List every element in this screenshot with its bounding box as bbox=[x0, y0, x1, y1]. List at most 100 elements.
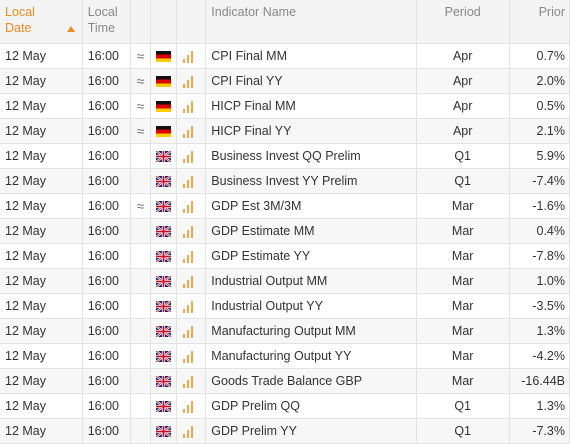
importance-bars-icon bbox=[182, 200, 193, 214]
cell-date: 12 May bbox=[0, 393, 83, 419]
approx-icon: ≈ bbox=[130, 193, 152, 219]
cell-time: 16:00 bbox=[82, 43, 131, 69]
cell-importance bbox=[176, 368, 207, 394]
importance-bars-icon bbox=[182, 350, 193, 364]
cell-time: 16:00 bbox=[82, 93, 131, 119]
cell-country bbox=[150, 418, 177, 444]
cell-time: 16:00 bbox=[82, 118, 131, 144]
approx-icon: ≈ bbox=[130, 118, 152, 144]
cell-prior: 1.0% bbox=[509, 268, 570, 294]
table-row[interactable]: 12 May 16:00 Manufacturing Output MM Mar 1.3… bbox=[0, 318, 570, 344]
cell-indicator-name[interactable]: GDP Estimate MM bbox=[205, 218, 417, 244]
col-importance bbox=[176, 0, 207, 44]
table-row[interactable]: 12 May 16:00 ≈ GDP Est 3M/3M Mar -1.6% bbox=[0, 193, 570, 219]
cell-indicator-name[interactable]: Manufacturing Output MM bbox=[205, 318, 417, 344]
cell-indicator-name[interactable]: GDP Est 3M/3M bbox=[205, 193, 417, 219]
cell-indicator-name[interactable]: HICP Final MM bbox=[205, 93, 417, 119]
approx-icon bbox=[130, 318, 152, 344]
cell-importance bbox=[176, 268, 207, 294]
approx-icon bbox=[130, 143, 152, 169]
cell-time: 16:00 bbox=[82, 318, 131, 344]
cell-country bbox=[150, 43, 177, 69]
germany-flag-icon bbox=[155, 51, 171, 63]
table-row[interactable]: 12 May 16:00 Industrial Output YY Mar -3.5% bbox=[0, 293, 570, 319]
cell-importance bbox=[176, 68, 207, 94]
table-row[interactable]: 12 May 16:00 Business Invest YY Prelim Q1 -7… bbox=[0, 168, 570, 194]
cell-prior: 2.0% bbox=[509, 68, 570, 94]
cell-time: 16:00 bbox=[82, 393, 131, 419]
cell-country bbox=[150, 168, 177, 194]
cell-date: 12 May bbox=[0, 293, 83, 319]
col-local-date[interactable]: Local Date bbox=[0, 0, 83, 44]
cell-indicator-name[interactable]: Business Invest YY Prelim bbox=[205, 168, 417, 194]
cell-indicator-name[interactable]: GDP Prelim YY bbox=[205, 418, 417, 444]
col-period-label: Period bbox=[444, 5, 481, 19]
cell-indicator-name[interactable]: Goods Trade Balance GBP bbox=[205, 368, 417, 394]
cell-country bbox=[150, 268, 177, 294]
cell-country bbox=[150, 393, 177, 419]
cell-prior: -7.8% bbox=[509, 243, 570, 269]
table-row[interactable]: 12 May 16:00 Goods Trade Balance GBP Mar -16… bbox=[0, 368, 570, 394]
cell-country bbox=[150, 68, 177, 94]
col-revised bbox=[130, 0, 152, 44]
cell-indicator-name[interactable]: HICP Final YY bbox=[205, 118, 417, 144]
cell-period: Mar bbox=[416, 193, 510, 219]
table-row[interactable]: 12 May 16:00 Industrial Output MM Mar 1.0% bbox=[0, 268, 570, 294]
col-local-time[interactable]: Local Time bbox=[82, 0, 131, 44]
cell-country bbox=[150, 218, 177, 244]
approx-icon bbox=[130, 243, 152, 269]
table-row[interactable]: 12 May 16:00 ≈ CPI Final MM Apr 0.7% bbox=[0, 43, 570, 69]
approx-icon: ≈ bbox=[130, 93, 152, 119]
table-row[interactable]: 12 May 16:00 ≈ CPI Final YY Apr 2.0% bbox=[0, 68, 570, 94]
approx-icon bbox=[130, 268, 152, 294]
table-row[interactable]: 12 May 16:00 Manufacturing Output YY Mar -4.… bbox=[0, 343, 570, 369]
cell-date: 12 May bbox=[0, 368, 83, 394]
cell-time: 16:00 bbox=[82, 193, 131, 219]
cell-period: Apr bbox=[416, 118, 510, 144]
cell-prior: 0.5% bbox=[509, 93, 570, 119]
cell-importance bbox=[176, 393, 207, 419]
cell-time: 16:00 bbox=[82, 143, 131, 169]
cell-prior: 2.1% bbox=[509, 118, 570, 144]
table-row[interactable]: 12 May 16:00 ≈ HICP Final MM Apr 0.5% bbox=[0, 93, 570, 119]
cell-country bbox=[150, 143, 177, 169]
col-indicator-name[interactable]: Indicator Name bbox=[205, 0, 417, 44]
cell-indicator-name[interactable]: CPI Final YY bbox=[205, 68, 417, 94]
col-prior[interactable]: Prior bbox=[509, 0, 570, 44]
importance-bars-icon bbox=[182, 325, 193, 339]
cell-country bbox=[150, 318, 177, 344]
cell-indicator-name[interactable]: Manufacturing Output YY bbox=[205, 343, 417, 369]
cell-importance bbox=[176, 243, 207, 269]
table-row[interactable]: 12 May 16:00 Business Invest QQ Prelim Q1 5.… bbox=[0, 143, 570, 169]
cell-importance bbox=[176, 418, 207, 444]
cell-period: Q1 bbox=[416, 143, 510, 169]
cell-indicator-name[interactable]: GDP Estimate YY bbox=[205, 243, 417, 269]
uk-flag-icon bbox=[155, 200, 172, 214]
cell-period: Mar bbox=[416, 343, 510, 369]
table-row[interactable]: 12 May 16:00 ≈ HICP Final YY Apr 2.1% bbox=[0, 118, 570, 144]
table-row[interactable]: 12 May 16:00 GDP Estimate YY Mar -7.8% bbox=[0, 243, 570, 269]
table-row[interactable]: 12 May 16:00 GDP Prelim YY Q1 -7.3% bbox=[0, 418, 570, 444]
table-row[interactable]: 12 May 16:00 GDP Prelim QQ Q1 1.3% bbox=[0, 393, 570, 419]
col-local-date-label: Local Date bbox=[5, 5, 35, 35]
cell-indicator-name[interactable]: GDP Prelim QQ bbox=[205, 393, 417, 419]
cell-indicator-name[interactable]: Industrial Output YY bbox=[205, 293, 417, 319]
cell-indicator-name[interactable]: Business Invest QQ Prelim bbox=[205, 143, 417, 169]
uk-flag-icon bbox=[155, 400, 172, 414]
uk-flag-icon bbox=[155, 425, 172, 439]
cell-indicator-name[interactable]: CPI Final MM bbox=[205, 43, 417, 69]
cell-country bbox=[150, 368, 177, 394]
col-period[interactable]: Period bbox=[416, 0, 510, 44]
table-row[interactable]: 12 May 16:00 GDP Estimate MM Mar 0.4% bbox=[0, 218, 570, 244]
cell-importance bbox=[176, 193, 207, 219]
approx-icon bbox=[130, 168, 152, 194]
uk-flag-icon bbox=[155, 375, 172, 389]
cell-period: Mar bbox=[416, 243, 510, 269]
cell-time: 16:00 bbox=[82, 218, 131, 244]
cell-indicator-name[interactable]: Industrial Output MM bbox=[205, 268, 417, 294]
cell-period: Apr bbox=[416, 68, 510, 94]
table-header: Local Date Local Time Indicator Name Per… bbox=[0, 0, 570, 44]
cell-time: 16:00 bbox=[82, 368, 131, 394]
cell-prior: 1.3% bbox=[509, 393, 570, 419]
cell-importance bbox=[176, 218, 207, 244]
